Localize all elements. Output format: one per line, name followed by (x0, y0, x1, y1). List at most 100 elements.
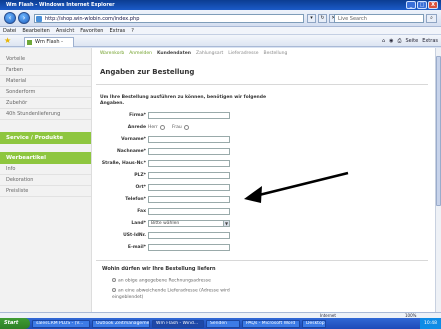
menu-help[interactable]: ? (131, 27, 134, 34)
radio-herr-circle[interactable] (159, 125, 165, 130)
label-ort: Ort* (135, 185, 146, 190)
title-divider (96, 84, 428, 85)
sidebar-item-sonderform[interactable]: Sonderform (0, 87, 91, 98)
telefon-input[interactable] (148, 196, 230, 203)
radio-frau-circle[interactable] (183, 125, 189, 130)
sidebar-heading-werbeartikel[interactable]: Werbeartikel (0, 152, 91, 164)
address-bar: ‹ › http://shop.win-wlobin.com/index.php… (0, 10, 441, 27)
chevron-down-icon[interactable]: ▼ (223, 221, 229, 226)
radio-billing-circle[interactable] (112, 278, 116, 282)
sidebar-heading-service[interactable]: Service / Produkte (0, 132, 91, 144)
vertical-scrollbar[interactable] (435, 48, 441, 312)
tab-label: Wm Flash - (35, 39, 63, 45)
step-anmelden[interactable]: Anmelden (129, 48, 152, 60)
menu-datei[interactable]: Datei (3, 27, 16, 34)
row-plz: PLZ* (92, 172, 342, 181)
forward-arrow-icon: › (22, 14, 26, 22)
sidebar: Vorteile Farben Material Sonderform Zube… (0, 48, 92, 312)
command-seite[interactable]: Seite (406, 37, 419, 45)
url-input[interactable]: http://shop.win-wlobin.com/index.php (34, 14, 304, 23)
menu-bearbeiten[interactable]: Bearbeiten (22, 27, 49, 34)
menu-extras[interactable]: Extras (109, 27, 125, 34)
browser-tab[interactable]: Wm Flash - (24, 37, 74, 47)
label-nachname: Nachname* (116, 149, 146, 154)
dropdown-button[interactable]: ▾ (307, 14, 316, 23)
label-telefon: Telefon* (125, 197, 146, 202)
close-button[interactable]: X (428, 1, 438, 9)
url-text: http://shop.win-wlobin.com/index.php (45, 16, 140, 22)
form-divider (96, 260, 428, 261)
print-icon[interactable]: ⎙ (397, 37, 401, 45)
sidebar-item-material[interactable]: Material (0, 76, 91, 87)
ort-input[interactable] (148, 184, 230, 191)
sidebar-item-preisliste[interactable]: Preisliste (0, 186, 91, 197)
window-controls: _ □ X (406, 1, 438, 9)
radio-frau-label: Frau (172, 125, 182, 130)
vorname-input[interactable] (148, 136, 230, 143)
radio-herr-label: Herr (148, 125, 158, 130)
window-title: Wm Flash - Windows Internet Explorer (6, 2, 115, 8)
menu-favoriten[interactable]: Favoriten (80, 27, 103, 34)
delivery-option-other[interactable]: an eine abweichende Lieferadresse (Adres… (112, 288, 232, 301)
label-email: E-mail* (127, 245, 146, 250)
nachname-input[interactable] (148, 148, 230, 155)
search-button[interactable]: ⌕ (426, 14, 437, 23)
taskbar-button-outlook[interactable]: Outlook Zeitmanagement... (92, 319, 150, 328)
ustid-input[interactable] (148, 232, 230, 239)
sidebar-item-dekoration[interactable]: Dekoration (0, 175, 91, 186)
radio-herr[interactable]: Herr (148, 125, 165, 130)
row-land: Land* Bitte wählen ▼ (92, 220, 342, 229)
taskbar-button-desktop[interactable]: Desktop (302, 319, 326, 328)
sidebar-item-lieferung[interactable]: 40h Stundenlieferung (0, 109, 91, 120)
land-select[interactable]: Bitte wählen ▼ (148, 220, 230, 227)
refresh-button[interactable]: ↻ (318, 14, 327, 23)
row-fax: Fax (92, 208, 342, 217)
back-button[interactable]: ‹ (4, 12, 16, 24)
page-title: Angaben zur Bestellung (100, 68, 195, 76)
maximize-button[interactable]: □ (417, 1, 427, 9)
row-nachname: Nachname* (92, 148, 342, 157)
tab-favicon-icon (27, 40, 32, 45)
sidebar-item-info[interactable]: Info (0, 164, 91, 175)
home-icon[interactable]: ⌂ (382, 37, 385, 45)
command-extras[interactable]: Extras (422, 37, 438, 45)
row-ustid: USt-IdNr. (92, 232, 342, 241)
favorites-star-icon[interactable]: ★ (4, 37, 11, 45)
search-icon: ⌕ (430, 15, 433, 21)
strasse-input[interactable] (148, 160, 230, 167)
scrollbar-thumb[interactable] (436, 56, 441, 206)
radio-other-circle[interactable] (112, 288, 116, 292)
taskbar-button-crm[interactable]: salesCRM PLUS - (V... (32, 319, 90, 328)
email-input[interactable] (148, 244, 230, 251)
radio-frau[interactable]: Frau (172, 125, 189, 130)
page-content: Vorteile Farben Material Sonderform Zube… (0, 48, 435, 312)
delivery-option-billing[interactable]: an obige angegebene Rechnungsadresse (112, 278, 211, 285)
back-arrow-icon: ‹ (8, 14, 12, 22)
fax-input[interactable] (148, 208, 230, 215)
taskbar-button-ie[interactable]: Wm Flash - Wind... (152, 319, 204, 328)
sidebar-item-farben[interactable]: Farben (0, 65, 91, 76)
step-bestellung: Bestellung (263, 51, 288, 56)
row-email: E-mail* (92, 244, 342, 253)
feeds-icon[interactable]: ◉ (389, 37, 393, 45)
taskbar-button-word[interactable]: PAQs - Microsoft Word (242, 319, 300, 328)
step-kundendaten: Kundendaten (157, 51, 191, 56)
sidebar-item-vorteile[interactable]: Vorteile (0, 54, 91, 65)
label-land: Land* (131, 221, 146, 226)
row-strasse: Straße, Haus-Nr.* (92, 160, 342, 169)
row-ort: Ort* (92, 184, 342, 193)
sidebar-item-zubehoer[interactable]: Zubehör (0, 98, 91, 109)
step-warenkorb[interactable]: Warenkorb (100, 48, 124, 60)
start-button[interactable]: Start (0, 318, 30, 329)
minimize-button[interactable]: _ (406, 1, 416, 9)
label-anrede: Anrede (127, 125, 146, 130)
plz-input[interactable] (148, 172, 230, 179)
tab-bar: ★ Wm Flash - ⌂ ◉ ⎙ Seite Extras (0, 35, 441, 47)
menu-ansicht[interactable]: Ansicht (56, 27, 74, 34)
forward-button[interactable]: › (18, 12, 30, 24)
step-zahlungsart: Zahlungsart (195, 51, 224, 56)
firma-input[interactable] (148, 112, 230, 119)
search-input[interactable]: Live Search (334, 14, 424, 23)
row-firma: Firma* (92, 112, 342, 121)
taskbar-button-senden[interactable]: Senden (206, 319, 240, 328)
